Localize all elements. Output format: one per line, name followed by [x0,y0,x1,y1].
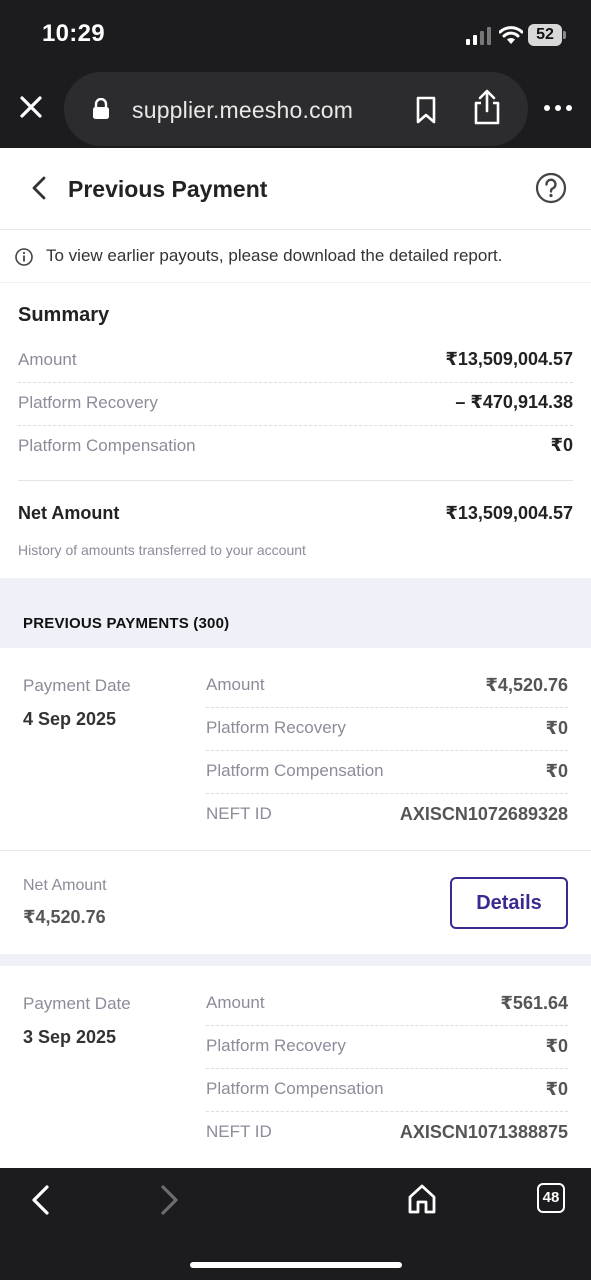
summary-row-value: ₹0 [550,435,573,455]
payment-row-value: AXISCN1072689328 [399,804,568,824]
summary-row-label: Platform Compensation [18,436,196,455]
payment-row-amount: Amount ₹561.64 [206,983,568,1026]
status-time: 10:29 [42,20,105,47]
card-divider [0,850,591,851]
payment-row-label: Platform Recovery [206,718,346,737]
url-text[interactable]: supplier.meesho.com [132,97,353,124]
payment-row-label: NEFT ID [206,804,272,823]
net-amount-label: Net Amount [18,503,120,523]
battery-icon: 52 [528,24,566,46]
browser-toolbar: 48 [0,1168,591,1280]
help-icon[interactable] [535,172,567,204]
details-button[interactable]: Details [450,877,568,929]
card-separator [0,954,591,966]
payment-row-neft-id: NEFT ID AXISCN1072689328 [206,794,568,837]
payment-row-platform-recovery: Platform Recovery ₹0 [206,1026,568,1069]
battery-level: 52 [528,24,562,46]
browser-back-icon[interactable] [28,1184,54,1216]
summary-row-platform-compensation: Platform Compensation ₹0 [18,426,573,469]
payment-date-label: Payment Date [23,676,131,695]
payment-row-label: Platform Compensation [206,1079,384,1098]
back-arrow-icon[interactable] [26,174,54,202]
card-net-amount-label: Net Amount [23,877,107,894]
payment-date-label: Payment Date [23,994,131,1013]
summary-row-label: Amount [18,350,77,369]
payment-row-neft-id: NEFT ID AXISCN1071388875 [206,1112,568,1155]
payment-row-label: Amount [206,993,265,1012]
payment-row-value: ₹0 [545,1036,568,1056]
payment-row-platform-compensation: Platform Compensation ₹0 [206,751,568,794]
section-title: PREVIOUS PAYMENTS (300) [23,615,230,632]
close-icon[interactable] [16,92,46,122]
page-header: Previous Payment [0,148,591,230]
page-title: Previous Payment [68,176,268,202]
payment-row-value: ₹0 [545,718,568,738]
wifi-icon [499,26,523,44]
info-icon [15,248,33,266]
history-note: History of amounts transferred to your a… [18,542,306,558]
browser-chrome: 10:29 52 supplier.meesho.com [0,0,591,148]
more-options-icon[interactable] [542,96,574,120]
payment-date-value: 4 Sep 2025 [23,709,117,729]
payment-row-value: ₹0 [545,761,568,781]
home-indicator [190,1262,402,1268]
payment-card: Payment Date 4 Sep 2025 Amount ₹4,520.76… [0,648,591,954]
payment-row-value: ₹561.64 [500,993,568,1013]
summary-row-platform-recovery: Platform Recovery – ₹470,914.38 [18,383,573,426]
payment-row-value: ₹0 [545,1079,568,1099]
payment-row-value: ₹4,520.76 [485,675,568,695]
payment-row-value: AXISCN1071388875 [399,1122,568,1142]
payment-row-label: Platform Recovery [206,1036,346,1055]
summary-title: Summary [18,304,110,326]
card-net-amount-value: ₹4,520.76 [23,907,106,927]
home-icon[interactable] [406,1183,438,1215]
payment-card: Payment Date 3 Sep 2025 Amount ₹561.64 P… [0,966,591,1168]
summary-row-amount: Amount ₹13,509,004.57 [18,340,573,383]
summary-row-value: – ₹470,914.38 [455,392,573,412]
lock-icon [93,98,109,119]
payment-row-amount: Amount ₹4,520.76 [206,665,568,708]
net-amount-value: ₹13,509,004.57 [445,503,573,523]
info-banner: To view earlier payouts, please download… [0,230,591,283]
payment-row-label: NEFT ID [206,1122,272,1141]
bookmark-icon[interactable] [414,96,438,124]
payment-row-label: Platform Compensation [206,761,384,780]
battery-tip [563,31,566,39]
tab-count-button[interactable]: 48 [537,1183,565,1213]
payment-row-label: Amount [206,675,265,694]
browser-forward-icon [161,1185,178,1215]
payment-date-value: 3 Sep 2025 [23,1027,117,1047]
payment-row-platform-compensation: Platform Compensation ₹0 [206,1069,568,1112]
cellular-signal-icon [466,27,491,45]
payment-row-platform-recovery: Platform Recovery ₹0 [206,708,568,751]
previous-payments-header: PREVIOUS PAYMENTS (300) [0,578,591,648]
address-bar[interactable]: supplier.meesho.com [64,72,528,146]
info-text: To view earlier payouts, please download… [46,246,503,265]
summary-row-value: ₹13,509,004.57 [445,349,573,369]
summary-divider [18,480,573,481]
summary-row-label: Platform Recovery [18,393,158,412]
share-icon[interactable] [472,88,502,126]
